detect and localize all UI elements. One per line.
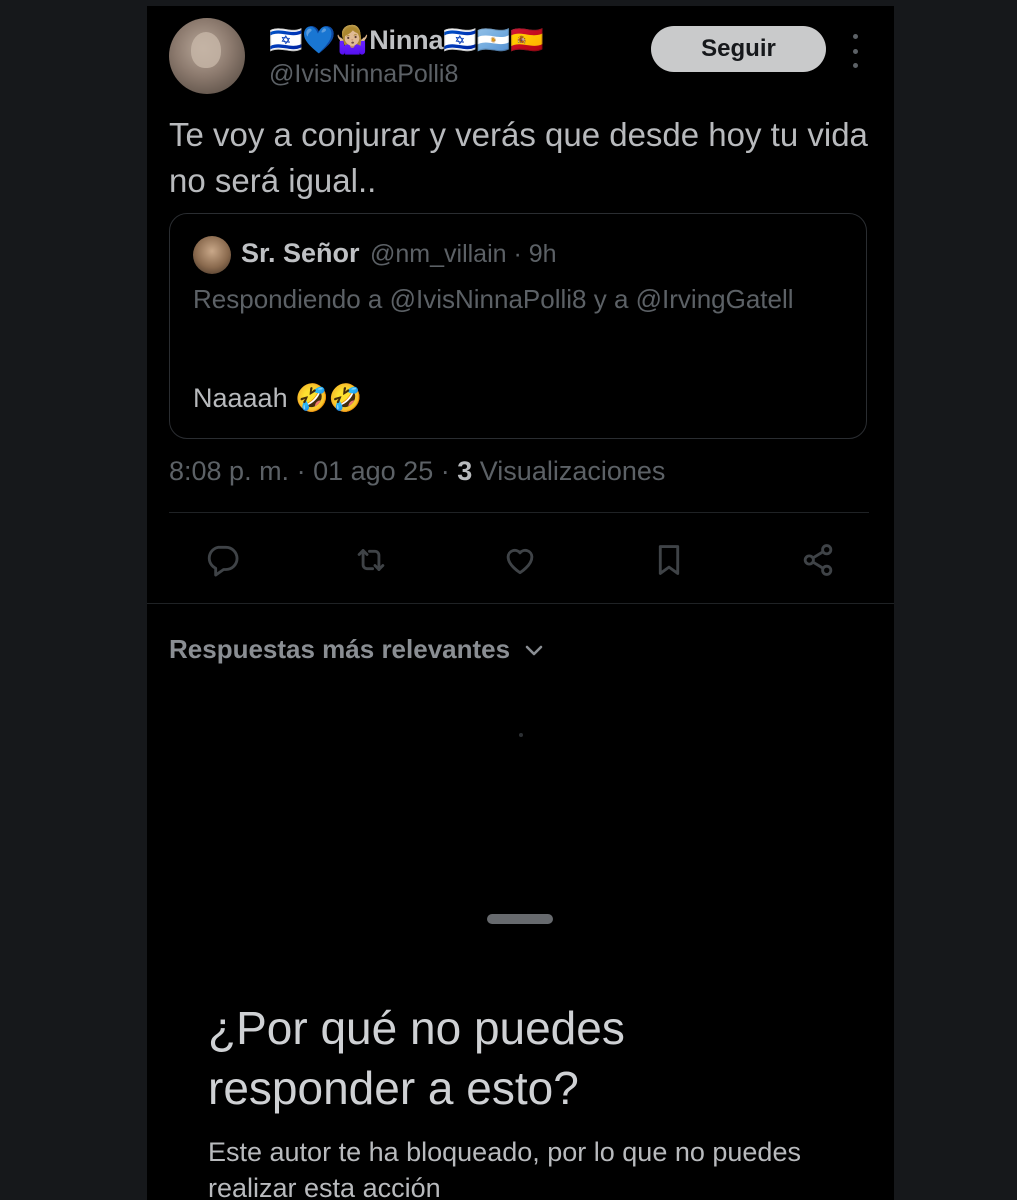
tweet-detail-screen: 🇮🇱💙🤷🏼‍♀️Ninna🇮🇱🇦🇷🇪🇸 @IvisNinnaPolli8 Seg… (147, 0, 894, 1200)
quoted-author-name: Sr. Señor (241, 238, 360, 268)
author-display-name[interactable]: 🇮🇱💙🤷🏼‍♀️Ninna🇮🇱🇦🇷🇪🇸 (269, 24, 544, 56)
follow-button[interactable]: Seguir (651, 26, 826, 72)
tweet-date: 01 ago 25 (313, 456, 434, 486)
quoted-text: Naaaah 🤣🤣 (193, 383, 363, 413)
loading-indicator (519, 733, 523, 737)
author-handle[interactable]: @IvisNinnaPolli8 (269, 60, 458, 89)
quoted-replying-to: Respondiendo a @IvisNinnaPolli8 y a @Irv… (193, 284, 794, 314)
more-options-icon[interactable] (847, 34, 863, 68)
tweet-meta: 8:08 p. m. · 01 ago 25 · 3 Visualizacion… (169, 456, 665, 487)
bottom-sheet-handle[interactable] (487, 914, 553, 924)
replies-sort-label: Respuestas más relevantes (169, 634, 511, 664)
tweet-text: Te voy a conjurar y verás que desde hoy … (169, 116, 868, 199)
meta-separator: · (296, 456, 314, 486)
share-icon[interactable] (796, 538, 840, 582)
quoted-author-meta: @nm_villain · 9h (370, 240, 557, 269)
author-avatar[interactable] (169, 18, 245, 94)
actions-divider (147, 603, 894, 604)
top-edge (147, 0, 894, 6)
like-icon[interactable] (498, 538, 542, 582)
tweet-time: 8:08 p. m. (169, 456, 290, 486)
reply-icon[interactable] (200, 538, 244, 582)
bookmark-icon[interactable] (647, 538, 691, 582)
quoted-author-avatar (193, 236, 231, 274)
views-label[interactable]: Visualizaciones (480, 456, 666, 486)
quoted-tweet-card[interactable]: Sr. Señor @nm_villain · 9h Respondiendo … (169, 213, 867, 439)
bottom-sheet-body: Este autor te ha bloqueado, por lo que n… (208, 1137, 801, 1200)
retweet-icon[interactable] (349, 538, 393, 582)
chevron-down-icon (525, 645, 543, 655)
replies-sort-dropdown[interactable]: Respuestas más relevantes (169, 634, 546, 665)
bottom-sheet-title: ¿Por qué no puedes responder a esto? (208, 1002, 625, 1114)
meta-divider (169, 512, 869, 513)
quoted-age: 9h (528, 240, 557, 268)
meta-separator: · (513, 240, 529, 268)
quoted-author-handle: @nm_villain (370, 240, 507, 268)
meta-separator: · (440, 456, 458, 486)
views-count: 3 (457, 456, 473, 486)
